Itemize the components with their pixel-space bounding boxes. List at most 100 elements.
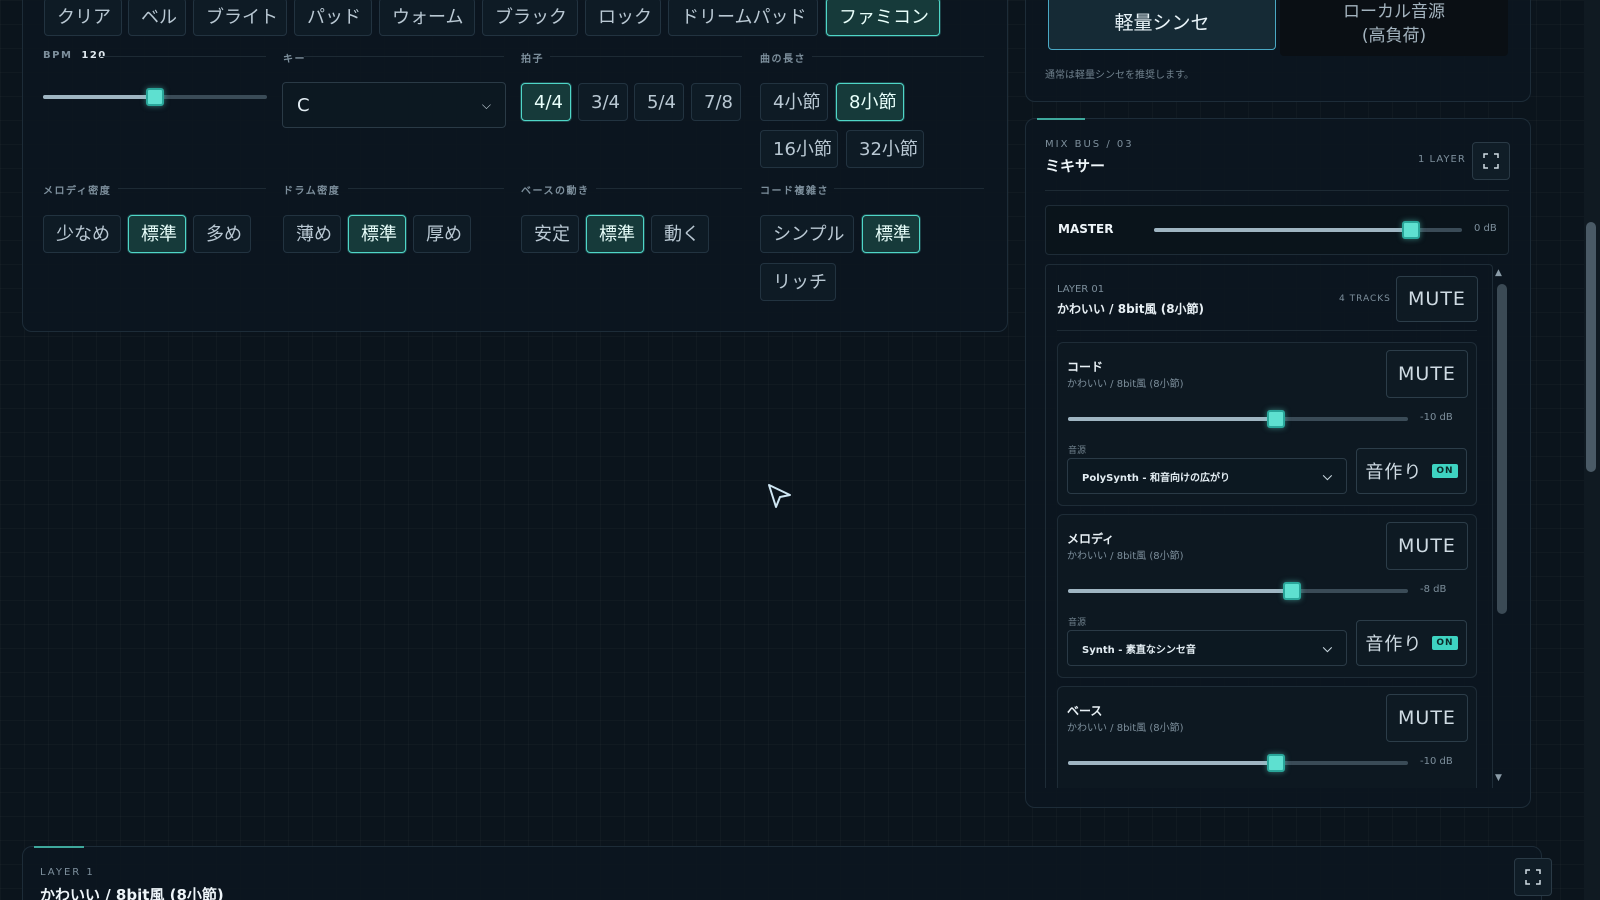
bottom-layer-label: LAYER 1 <box>40 867 95 878</box>
fullscreen-icon <box>1483 153 1499 169</box>
tone-clear-button[interactable]: クリア <box>44 0 122 36</box>
track-chord-source-select[interactable]: PolySynth - 和音向けの広がり ⌵ <box>1067 458 1347 494</box>
page-scrollbar-thumb[interactable] <box>1586 222 1596 472</box>
chord-rich-button[interactable]: リッチ <box>760 263 836 301</box>
meter-4-4-button[interactable]: 4/4 <box>521 83 571 121</box>
track-melody-tone-label: 音作り <box>1365 634 1423 655</box>
mixer-scroll-down-icon[interactable]: ▼ <box>1495 773 1502 783</box>
mix-bus-label: MIX BUS / 03 <box>1045 139 1134 150</box>
tone-warm-button[interactable]: ウォーム <box>379 0 475 36</box>
track-melody-tone-button[interactable]: 音作り ON <box>1356 620 1467 666</box>
track-chord-db: -10 dB <box>1420 412 1453 423</box>
bottom-layer-title: かわいい / 8bit風 (8小節) <box>40 886 224 900</box>
divider <box>834 188 984 189</box>
track-melody-source-value: Synth - 素直なシンセ音 <box>1082 644 1196 656</box>
meter-5-4-button[interactable]: 5/4 <box>634 83 684 121</box>
drum-density-standard-button[interactable]: 標準 <box>348 215 406 253</box>
master-label: MASTER <box>1058 222 1114 236</box>
local-source-label-2: (高負荷) <box>1361 26 1427 46</box>
length-4-button[interactable]: 4小節 <box>760 83 828 121</box>
track-melody-volume-track[interactable] <box>1068 589 1408 593</box>
track-chord-tone-button[interactable]: 音作り ON <box>1356 448 1467 494</box>
track-chord-name: コード <box>1067 360 1104 374</box>
fullscreen-icon <box>1525 869 1541 885</box>
track-melody-volume-thumb[interactable] <box>1283 582 1301 600</box>
chord-standard-button[interactable]: 標準 <box>862 215 920 253</box>
layer-label: LAYER 01 <box>1057 284 1105 295</box>
track-chord-volume-thumb[interactable] <box>1267 410 1285 428</box>
chevron-down-icon: ⌵ <box>1322 640 1332 655</box>
track-chord-source-label: 音源 <box>1068 446 1087 456</box>
tone-black-button[interactable]: ブラック <box>482 0 578 36</box>
key-select-value: C <box>297 94 310 116</box>
tone-bright-button[interactable]: ブライト <box>193 0 287 36</box>
chevron-down-icon: ⌵ <box>481 97 491 112</box>
bass-motion-label: ベースの動き <box>521 186 590 197</box>
drum-density-thin-button[interactable]: 薄め <box>283 215 341 253</box>
local-source-button[interactable]: ローカル音源 (高負荷) <box>1280 0 1508 56</box>
melody-density-standard-button[interactable]: 標準 <box>128 215 186 253</box>
layer-panel-accent <box>34 846 84 848</box>
length-32-button[interactable]: 32小節 <box>846 130 924 168</box>
track-bass-volume-track[interactable] <box>1068 761 1408 765</box>
chord-complexity-label: コード複雑さ <box>760 186 829 197</box>
length-16-button[interactable]: 16小節 <box>760 130 838 168</box>
drum-density-thick-button[interactable]: 厚め <box>413 215 471 253</box>
track-melody-mute-button[interactable]: MUTE <box>1386 522 1468 570</box>
tone-bell-button[interactable]: ベル <box>128 0 186 36</box>
track-melody-source-select[interactable]: Synth - 素直なシンセ音 ⌵ <box>1067 630 1347 666</box>
expand-layer-button[interactable] <box>1514 858 1552 896</box>
track-bass-volume-thumb[interactable] <box>1267 754 1285 772</box>
key-select[interactable]: C ⌵ <box>282 82 506 128</box>
light-synth-button[interactable]: 軽量シンセ <box>1048 0 1276 50</box>
drum-density-label: ドラム密度 <box>283 186 341 197</box>
track-chord-mute-button[interactable]: MUTE <box>1386 350 1468 398</box>
master-slider-thumb[interactable] <box>1402 221 1420 239</box>
track-melody-on-badge: ON <box>1432 636 1458 650</box>
divider <box>304 56 504 57</box>
layer-track-count: 4 TRACKS <box>1339 294 1391 304</box>
tone-pad-button[interactable]: パッド <box>294 0 372 36</box>
bpm-slider-thumb[interactable] <box>146 88 164 106</box>
expand-mixer-button[interactable] <box>1472 142 1510 180</box>
meter-7-8-button[interactable]: 7/8 <box>691 83 741 121</box>
tone-famicom-button[interactable]: ファミコン <box>826 0 940 36</box>
divider <box>550 56 742 57</box>
meter-3-4-button[interactable]: 3/4 <box>578 83 628 121</box>
divider <box>348 188 504 189</box>
track-bass-mute-button[interactable]: MUTE <box>1386 694 1468 742</box>
track-bass-sub: かわいい / 8bit風 (8小節) <box>1067 723 1184 734</box>
length-label: 曲の長さ <box>760 54 806 65</box>
layer-count: 1 LAYER <box>1418 154 1466 165</box>
track-chord-on-badge: ON <box>1432 464 1458 478</box>
melody-density-low-button[interactable]: 少なめ <box>43 215 121 253</box>
divider <box>118 188 266 189</box>
track-chord-volume-track[interactable] <box>1068 417 1408 421</box>
layer-mute-button[interactable]: MUTE <box>1396 276 1478 322</box>
melody-density-label: メロディ密度 <box>43 186 112 197</box>
divider <box>812 56 984 57</box>
melody-density-high-button[interactable]: 多め <box>193 215 251 253</box>
master-db: 0 dB <box>1474 223 1497 234</box>
track-melody-name: メロディ <box>1067 532 1115 546</box>
tone-rock-button[interactable]: ロック <box>585 0 661 36</box>
mixer-title: ミキサー <box>1045 157 1106 175</box>
divider <box>1045 190 1509 191</box>
key-label: キー <box>283 54 306 65</box>
tone-dreampad-button[interactable]: ドリームパッド <box>668 0 818 36</box>
track-melody-db: -8 dB <box>1420 584 1447 595</box>
layer-name: かわいい / 8bit風 (8小節) <box>1057 302 1205 316</box>
local-source-label-1: ローカル音源 <box>1343 2 1445 22</box>
bass-motion-moving-button[interactable]: 動く <box>651 215 709 253</box>
mixer-top-accent <box>1037 118 1085 120</box>
bpm-label-text: BPM <box>43 50 73 61</box>
layer-panel <box>22 846 1542 900</box>
length-8-button[interactable]: 8小節 <box>836 83 904 121</box>
track-chord-tone-label: 音作り <box>1365 462 1423 483</box>
divider <box>100 56 266 57</box>
mixer-scrollbar-thumb[interactable] <box>1497 284 1507 614</box>
bass-motion-standard-button[interactable]: 標準 <box>586 215 644 253</box>
mixer-scroll-up-icon[interactable]: ▲ <box>1495 268 1502 278</box>
chord-simple-button[interactable]: シンプル <box>760 215 854 253</box>
bass-motion-stable-button[interactable]: 安定 <box>521 215 579 253</box>
